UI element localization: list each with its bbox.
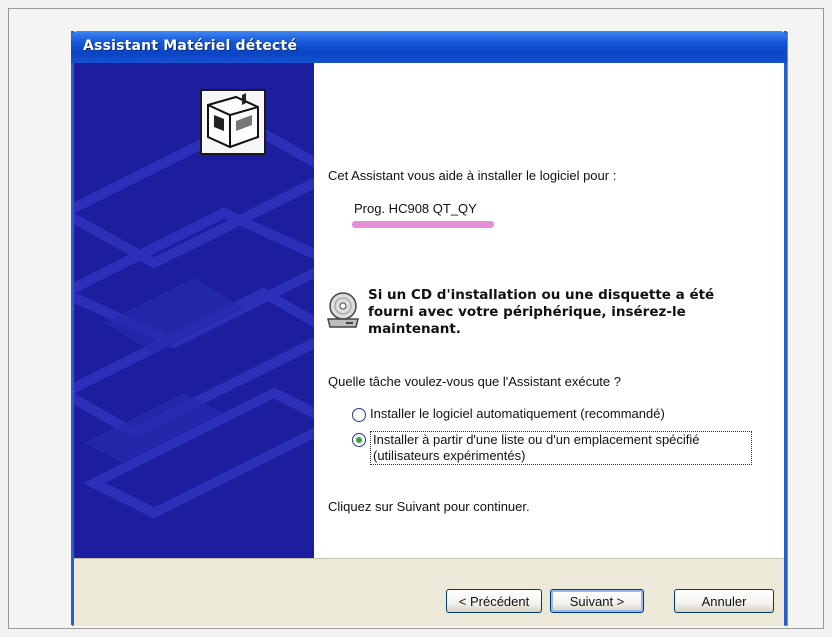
option-automatic-label[interactable]: Installer le logiciel automatiquement (r… bbox=[370, 406, 665, 421]
option-from-list[interactable]: Installer à partir d'une liste ou d'un e… bbox=[352, 431, 752, 465]
option-automatic[interactable]: Installer le logiciel automatiquement (r… bbox=[352, 406, 665, 422]
back-button[interactable]: < Précédent bbox=[446, 589, 542, 613]
cancel-button[interactable]: Annuler bbox=[674, 589, 774, 613]
wizard-watermark-graphic bbox=[74, 117, 314, 519]
button-bar: < Précédent Suivant > Annuler bbox=[74, 558, 784, 626]
wizard-window: Assistant Matériel détecté Cet Assistant… bbox=[71, 31, 787, 626]
window-title: Assistant Matériel détecté bbox=[83, 38, 298, 54]
next-button[interactable]: Suivant > bbox=[550, 589, 644, 613]
highlighter-mark bbox=[352, 221, 494, 228]
wizard-side-panel bbox=[74, 63, 314, 558]
intro-text: Cet Assistant vous aide à installer le l… bbox=[328, 168, 617, 183]
continue-hint: Cliquez sur Suivant pour continuer. bbox=[328, 499, 530, 514]
title-bar[interactable]: Assistant Matériel détecté bbox=[71, 31, 787, 63]
radio-automatic[interactable] bbox=[352, 408, 366, 422]
hardware-wizard-icon bbox=[200, 89, 266, 155]
task-question: Quelle tâche voulez-vous que l'Assistant… bbox=[328, 374, 621, 389]
cd-prompt: Si un CD d'installation ou une disquette… bbox=[368, 287, 715, 337]
screenshot-frame: Assistant Matériel détecté Cet Assistant… bbox=[8, 8, 824, 629]
cd-drive-icon bbox=[326, 291, 360, 329]
device-name: Prog. HC908 QT_QY bbox=[354, 201, 477, 216]
wizard-content: Cet Assistant vous aide à installer le l… bbox=[314, 63, 784, 558]
radio-from-list[interactable] bbox=[352, 433, 366, 447]
option-from-list-label[interactable]: Installer à partir d'une liste ou d'un e… bbox=[370, 431, 752, 465]
